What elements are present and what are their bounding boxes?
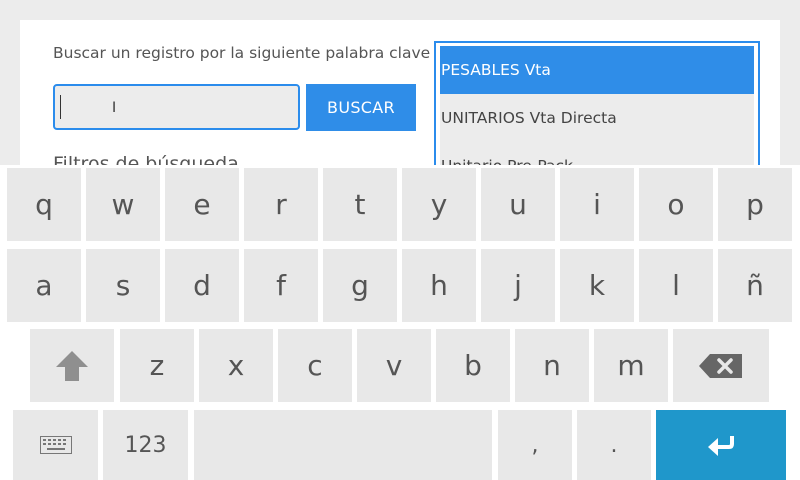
key-l[interactable]: l: [639, 249, 713, 322]
list-item[interactable]: UNITARIOS Vta Directa: [440, 94, 754, 142]
period-key[interactable]: .: [577, 410, 651, 480]
enter-key[interactable]: [656, 410, 786, 480]
key-q[interactable]: q: [7, 168, 81, 241]
search-button[interactable]: BUSCAR: [306, 84, 416, 131]
ibeam-cursor-icon: I: [112, 100, 117, 116]
backspace-key[interactable]: [673, 329, 769, 402]
keyboard-layout-key[interactable]: [13, 410, 98, 480]
category-listbox[interactable]: PESABLES Vta UNITARIOS Vta Directa Unita…: [434, 41, 760, 185]
key-o[interactable]: o: [639, 168, 713, 241]
keyboard-icon: [39, 436, 72, 454]
key-f[interactable]: f: [244, 249, 318, 322]
key-p[interactable]: p: [718, 168, 792, 241]
key-c[interactable]: c: [278, 329, 352, 402]
search-input[interactable]: I: [53, 84, 300, 130]
key-j[interactable]: j: [481, 249, 555, 322]
key-g[interactable]: g: [323, 249, 397, 322]
key-d[interactable]: d: [165, 249, 239, 322]
shift-arrow-up-icon: [56, 350, 88, 381]
key-v[interactable]: v: [357, 329, 431, 402]
text-caret: [60, 95, 61, 119]
key-a[interactable]: a: [7, 249, 81, 322]
list-item[interactable]: PESABLES Vta: [440, 46, 754, 94]
key-k[interactable]: k: [560, 249, 634, 322]
search-label: Buscar un registro por la siguiente pala…: [53, 44, 431, 62]
key-x[interactable]: x: [199, 329, 273, 402]
enter-arrow-icon: [708, 436, 734, 456]
key-e[interactable]: e: [165, 168, 239, 241]
space-key[interactable]: [194, 410, 492, 480]
comma-key[interactable]: ,: [498, 410, 572, 480]
key-m[interactable]: m: [594, 329, 668, 402]
key-t[interactable]: t: [323, 168, 397, 241]
numbers-key[interactable]: 123: [103, 410, 188, 480]
key-u[interactable]: u: [481, 168, 555, 241]
key-b[interactable]: b: [436, 329, 510, 402]
key-y[interactable]: y: [402, 168, 476, 241]
key-r[interactable]: r: [244, 168, 318, 241]
key-n-tilde[interactable]: ñ: [718, 249, 792, 322]
key-n[interactable]: n: [515, 329, 589, 402]
key-h[interactable]: h: [402, 249, 476, 322]
key-s[interactable]: s: [86, 249, 160, 322]
on-screen-keyboard: q w e r t y u i o p a s d f g h j k l ñ …: [0, 165, 800, 480]
backspace-icon: [699, 353, 742, 378]
key-w[interactable]: w: [86, 168, 160, 241]
key-z[interactable]: z: [120, 329, 194, 402]
shift-key[interactable]: [30, 329, 114, 402]
key-i[interactable]: i: [560, 168, 634, 241]
